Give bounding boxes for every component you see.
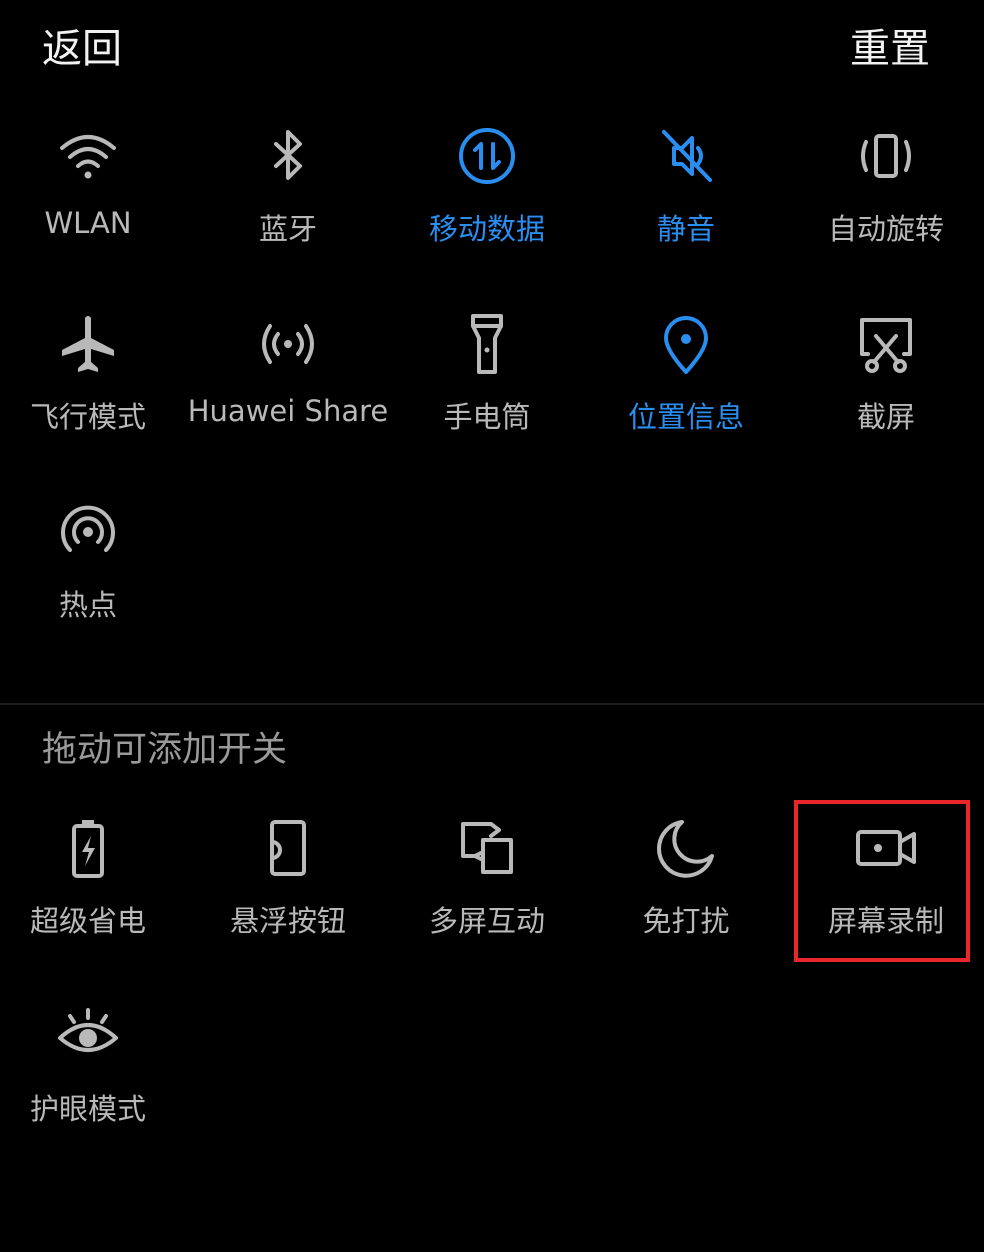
tile-label: 免打扰 <box>642 904 730 938</box>
tile-power-saver[interactable]: 超级省电 <box>0 816 188 976</box>
tile-multi-screen[interactable]: 多屏互动 <box>387 816 587 976</box>
tile-eye-comfort[interactable]: 护眼模式 <box>0 1004 188 1164</box>
tile-floating-button[interactable]: 悬浮按钮 <box>188 816 388 976</box>
floating-button-icon <box>256 816 320 880</box>
tile-label: 悬浮按钮 <box>229 904 346 938</box>
available-toggles-grid: 超级省电 悬浮按钮 多屏互动 免打扰 屏幕录制 护眼模式 <box>0 0 984 1252</box>
battery-saver-icon <box>56 816 120 880</box>
tile-label: 护眼模式 <box>29 1092 146 1126</box>
eye-icon <box>56 1004 120 1068</box>
moon-icon <box>654 816 718 880</box>
tile-label: 屏幕录制 <box>827 904 944 938</box>
tile-do-not-disturb[interactable]: 免打扰 <box>586 816 786 976</box>
screen-record-icon <box>854 816 918 880</box>
tile-label: 多屏互动 <box>428 904 545 938</box>
tile-screen-record[interactable]: 屏幕录制 <box>786 816 984 976</box>
multi-screen-icon <box>455 816 519 880</box>
tile-label: 超级省电 <box>29 904 146 938</box>
